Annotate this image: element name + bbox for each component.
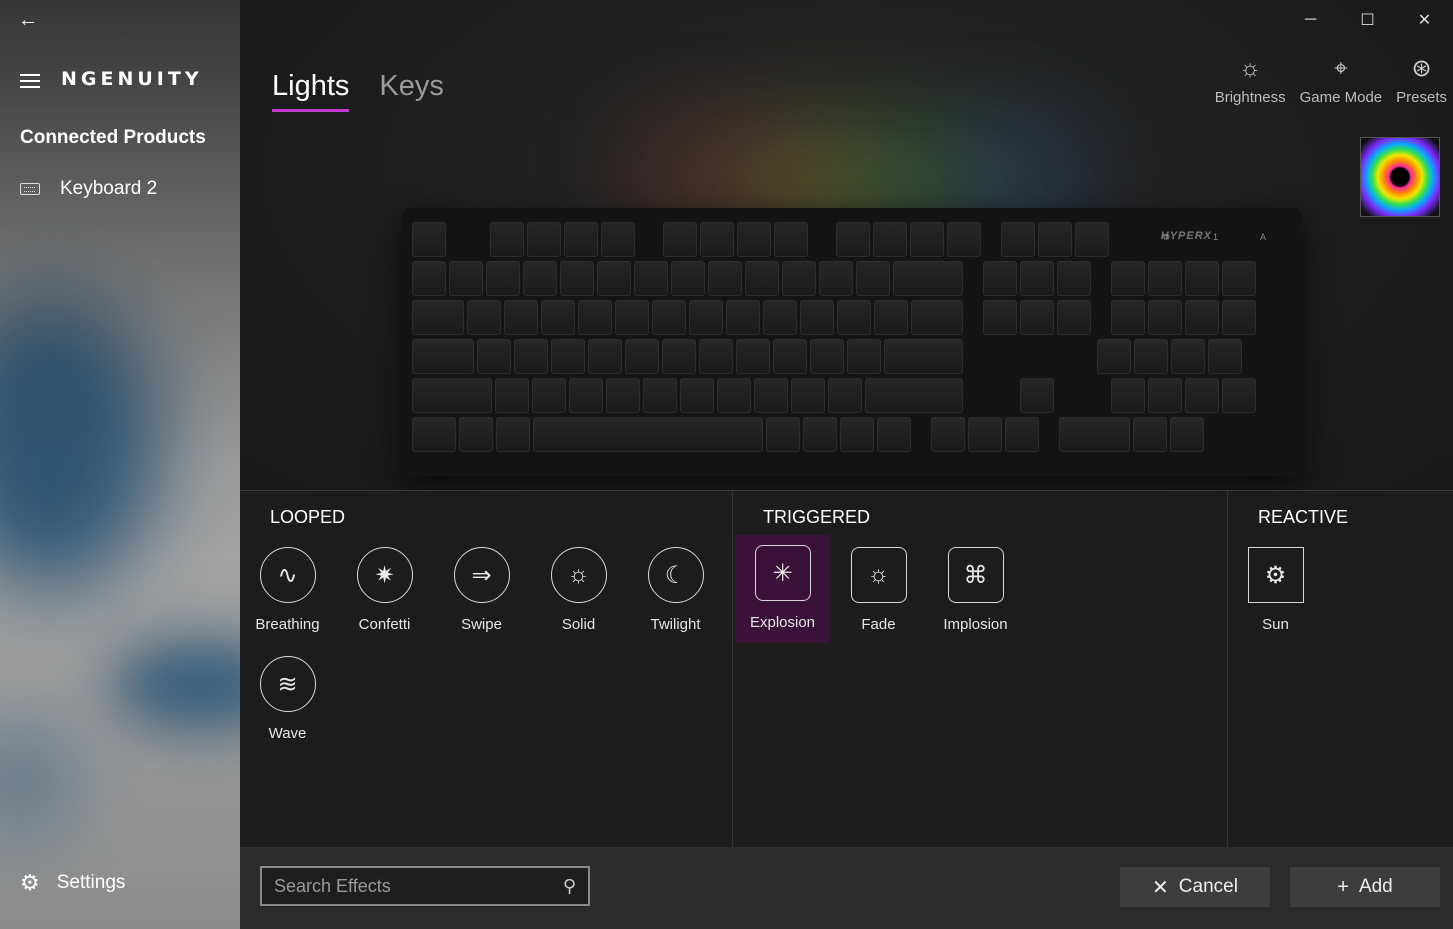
back-button[interactable]: ← [18,8,42,32]
game-mode-button[interactable]: ⌖ Game Mode [1300,55,1383,106]
add-button[interactable]: + Add [1290,867,1440,907]
gear-icon: ⚙ [20,870,40,895]
triggered-effects: TRIGGERED ✳ Explosion ☼ Fade ⌘ Implosion [733,491,1228,848]
brightness-button[interactable]: ☼ Brightness [1215,55,1286,106]
looped-title: LOOPED [270,507,346,527]
moon-stars-icon: ☾ [647,547,704,603]
keyboard-image: HYPERX ⚙ 1 A [402,208,1302,476]
gamepad-icon: ⌖ [1334,55,1348,82]
add-label: Add [1358,876,1393,897]
presets-label: Presets [1396,89,1447,106]
key-row [412,339,1292,374]
effect-wave[interactable]: ≋ Wave [240,646,335,754]
effect-implosion[interactable]: ⌘ Implosion [928,537,1023,645]
effect-label: Sun [1262,616,1289,633]
effect-swipe[interactable]: ⇒ Swipe [434,537,529,645]
sidebar: ← NGENUITY Connected Products Keyboard 2… [0,0,240,929]
cancel-label: Cancel [1178,876,1238,897]
effect-label: Swipe [461,616,502,633]
sun-icon: ☼ [850,547,907,603]
toolbar: ☼ Brightness ⌖ Game Mode ⊛ Presets [1215,55,1447,106]
arrow-right-icon: ⇒ [453,547,510,603]
minimize-button[interactable]: ─ [1282,0,1339,40]
effect-label: Twilight [650,616,701,633]
effect-label: Solid [561,616,596,633]
search-icon[interactable]: ⚲ [563,876,576,897]
burst-icon: ✳ [754,545,811,601]
key-row [412,300,1292,335]
effect-label: Breathing [255,616,320,633]
brightness-label: Brightness [1214,89,1286,106]
search-box: ⚲ [260,866,590,906]
settings-label: Settings [56,872,126,893]
window-controls: ─ ☐ ✕ [1282,0,1453,40]
effect-explosion[interactable]: ✳ Explosion [735,535,830,643]
effect-twilight[interactable]: ☾ Twilight [628,537,723,645]
close-icon: ✕ [1152,876,1169,899]
effect-solid[interactable]: ☼ Solid [531,537,626,645]
circles-icon: ⊛ [1411,55,1432,82]
keyboard-leds: ⚙ 1 A [1162,232,1286,242]
keyboard-icon [20,183,40,195]
close-button[interactable]: ✕ [1396,0,1453,40]
preset-thumbnail[interactable] [1360,137,1440,217]
effect-label: Explosion [749,614,816,631]
hamburger-menu-icon[interactable] [20,74,40,88]
arrow-left-icon: ← [18,9,38,31]
connected-products-title: Connected Products [20,127,206,148]
presets-button[interactable]: ⊛ Presets [1396,55,1447,106]
tab-bar: Lights Keys [272,70,444,112]
game-mode-label: Game Mode [1299,89,1383,106]
sun-icon: ☼ [550,547,607,603]
reactive-effects: REACTIVE ⚙ Sun [1228,491,1453,848]
effect-label: Implosion [943,616,1008,633]
effects-panel: LOOPED ∿ Breathing ✷ Confetti ⇒ Swipe ☼ … [240,490,1453,848]
effect-fade[interactable]: ☼ Fade [831,537,926,645]
tab-lights[interactable]: Lights [272,70,350,112]
device-preview: Lights Keys ─ ☐ ✕ ☼ Brightness ⌖ Game Mo… [240,0,1453,490]
footer-bar: ⚲ ✕ Cancel + Add [240,847,1453,929]
effect-label: Confetti [358,616,411,633]
party-popper-icon: ✷ [356,547,413,603]
effect-label: Fade [861,616,896,633]
effect-sun[interactable]: ⚙ Sun [1228,537,1323,645]
sun-icon: ☼ [1239,55,1262,82]
cancel-button[interactable]: ✕ Cancel [1120,867,1270,907]
key-row [412,261,1292,296]
settings-button[interactable]: ⚙ Settings [20,872,125,894]
wave-sine-icon: ∿ [259,547,316,603]
key-row [412,378,1292,413]
key-row [412,417,1292,452]
effect-label: Wave [268,725,307,742]
looped-effects: LOOPED ∿ Breathing ✷ Confetti ⇒ Swipe ☼ … [240,491,733,848]
search-input[interactable] [274,875,563,897]
maximize-button[interactable]: ☐ [1339,0,1396,40]
sidebar-item-keyboard[interactable]: Keyboard 2 [20,176,157,202]
sidebar-item-label: Keyboard 2 [60,178,158,199]
app-brand: NGENUITY [61,68,203,90]
effect-confetti[interactable]: ✷ Confetti [337,537,432,645]
gear-sun-icon: ⚙ [1247,547,1304,603]
reactive-title: REACTIVE [1258,507,1349,527]
plus-icon: + [1337,875,1349,898]
main-area: Lights Keys ─ ☐ ✕ ☼ Brightness ⌖ Game Mo… [240,0,1453,929]
implosion-icon: ⌘ [947,547,1004,603]
ocean-wave-icon: ≋ [259,656,316,712]
tab-keys[interactable]: Keys [379,70,443,112]
triggered-title: TRIGGERED [763,507,871,527]
effect-breathing[interactable]: ∿ Breathing [240,537,335,645]
